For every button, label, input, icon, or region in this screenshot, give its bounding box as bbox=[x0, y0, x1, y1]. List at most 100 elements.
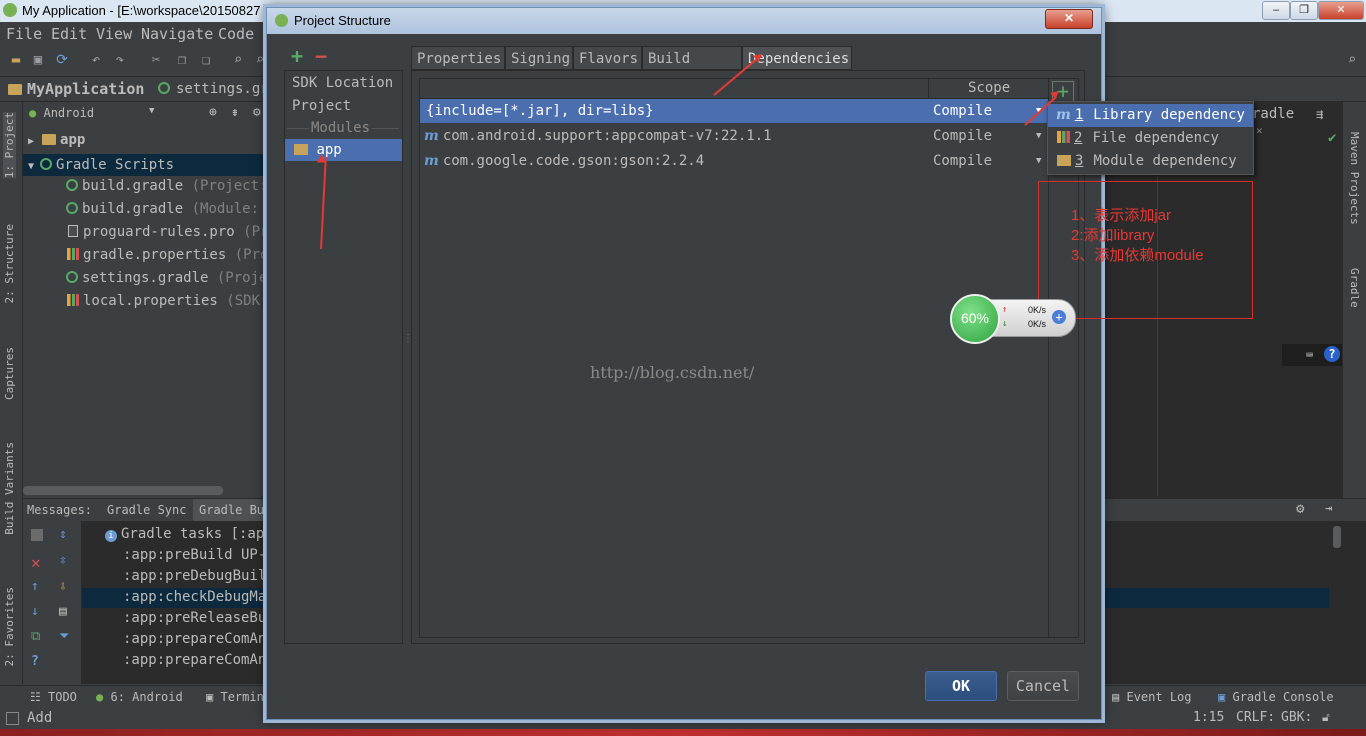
horizontal-scrollbar[interactable] bbox=[23, 486, 223, 495]
search-icon[interactable]: ⌕ bbox=[230, 52, 246, 68]
line-separator[interactable]: CRLF: bbox=[1236, 710, 1275, 725]
message-line[interactable]: :app:preDebugBuild bbox=[123, 568, 275, 584]
tab-terminal[interactable]: ▣ Termin bbox=[206, 690, 264, 704]
tree-item-gradle-scripts[interactable]: ▼ Gradle Scripts bbox=[23, 154, 280, 176]
redo-icon[interactable]: ↷ bbox=[112, 52, 128, 68]
next-icon[interactable]: ↓ bbox=[31, 604, 39, 619]
menu-code[interactable]: Code bbox=[218, 25, 254, 43]
tab-gradle-console[interactable]: ▣ Gradle Console bbox=[1218, 690, 1334, 704]
captures-tool-tab[interactable]: Captures bbox=[3, 347, 16, 400]
chevron-down-icon[interactable]: ▼ bbox=[1036, 124, 1041, 148]
remove-module-icon[interactable]: − bbox=[315, 44, 327, 68]
print-icon[interactable]: ▤ bbox=[59, 604, 67, 619]
structure-tool-tab[interactable]: 2: Structure bbox=[3, 224, 16, 303]
lock-icon[interactable]: 🔓︎ bbox=[1322, 710, 1330, 725]
search-everywhere-icon[interactable]: ⌕ bbox=[1344, 52, 1360, 68]
tab-properties[interactable]: Properties bbox=[411, 46, 505, 70]
tree-item-gradle-properties[interactable]: gradle.properties (Pro bbox=[67, 247, 268, 263]
tab-build-types[interactable]: Build Types bbox=[642, 46, 742, 91]
project-tool-tab[interactable]: 1: Project bbox=[3, 112, 16, 179]
help-icon[interactable]: ? bbox=[31, 654, 39, 669]
dependency-scope[interactable]: Compile bbox=[933, 149, 992, 173]
menu-edit[interactable]: Edit bbox=[51, 25, 87, 43]
chevron-down-icon[interactable]: ▼ bbox=[1036, 149, 1041, 173]
network-speed-widget[interactable]: 60% ↑ 0K/s ↓ 0K/s + bbox=[950, 294, 1076, 344]
minimize-button[interactable]: – bbox=[1262, 1, 1290, 20]
keyboard-icon[interactable]: ⌨ bbox=[1306, 348, 1313, 362]
settings-icon[interactable]: ⊕ bbox=[209, 105, 217, 120]
gear-icon[interactable]: ⚙ bbox=[253, 105, 261, 120]
breadcrumb-file[interactable]: settings.gr bbox=[176, 81, 269, 97]
open-file-icon[interactable]: ⧉ bbox=[31, 629, 40, 644]
error-filter-icon[interactable]: ✕ bbox=[31, 553, 41, 572]
tree-item-build-gradle-project[interactable]: build.gradle (Project: bbox=[66, 178, 267, 194]
export-icon[interactable]: ⇩ bbox=[59, 579, 67, 594]
table-row[interactable]: {include=[*.jar], dir=libs} Compile ▼ bbox=[420, 99, 1048, 123]
build-variants-tool-tab[interactable]: Build Variants bbox=[3, 442, 16, 535]
tab-signing[interactable]: Signing bbox=[505, 46, 573, 70]
copy-icon[interactable]: ❐ bbox=[174, 52, 190, 68]
message-line[interactable]: :app:prepareComAnd bbox=[123, 631, 275, 647]
gear-icon[interactable]: ⚙ bbox=[1296, 501, 1304, 517]
gradle-tool-tab[interactable]: Gradle bbox=[1348, 268, 1361, 308]
maven-projects-tool-tab[interactable]: Maven Projects bbox=[1348, 132, 1361, 225]
sidebar-item-project[interactable]: Project bbox=[292, 98, 351, 114]
tab-event-log[interactable]: ▤ Event Log bbox=[1112, 690, 1192, 704]
menu-navigate[interactable]: Navigate bbox=[141, 25, 213, 43]
filter-icon[interactable]: ⏷ bbox=[59, 629, 69, 644]
tab-gradle-sync[interactable]: Gradle Sync bbox=[107, 503, 186, 517]
tree-item-settings-gradle[interactable]: settings.gradle (Projec bbox=[66, 270, 276, 286]
menu-file[interactable]: File bbox=[6, 25, 42, 43]
message-line[interactable]: :app:preReleaseBui bbox=[123, 610, 275, 626]
undo-icon[interactable]: ↶ bbox=[88, 52, 104, 68]
cancel-button[interactable]: Cancel bbox=[1007, 671, 1079, 701]
hide-icon[interactable]: ⇥ bbox=[1325, 501, 1332, 515]
window-close-button[interactable]: ✕ bbox=[1318, 1, 1364, 20]
menu-view[interactable]: View bbox=[96, 25, 132, 43]
message-line[interactable]: :app:prepareComAnd bbox=[123, 652, 275, 668]
expand-all-icon[interactable]: ⇕ bbox=[59, 527, 67, 542]
tree-item-local-properties[interactable]: local.properties (SDK L bbox=[67, 293, 277, 309]
previous-icon[interactable]: ↑ bbox=[31, 579, 39, 594]
sidebar-item-sdk-location[interactable]: SDK Location bbox=[292, 75, 393, 91]
help-icon[interactable]: ? bbox=[1324, 346, 1340, 362]
message-line[interactable]: i Gradle tasks [:app bbox=[105, 526, 273, 542]
close-icon[interactable]: ✕ bbox=[1256, 124, 1263, 137]
cut-icon[interactable]: ✂ bbox=[148, 52, 164, 68]
maximize-button[interactable]: ❐ bbox=[1290, 1, 1318, 20]
breadcrumb-project[interactable]: MyApplication bbox=[27, 80, 144, 98]
stop-icon[interactable] bbox=[31, 529, 43, 541]
dependency-scope[interactable]: Compile bbox=[933, 99, 992, 123]
paste-icon[interactable]: ❏ bbox=[198, 52, 214, 68]
tab-android[interactable]: ● 6: Android bbox=[96, 690, 183, 704]
dependency-scope[interactable]: Compile bbox=[933, 124, 992, 148]
tab-gradle-build[interactable]: Gradle Bui bbox=[193, 499, 278, 521]
android-view-selector[interactable]: ● Android ▼ bbox=[29, 106, 159, 124]
tree-item-proguard[interactable]: proguard-rules.pro (Pro bbox=[68, 224, 277, 240]
editor-tab[interactable]: radle ✕ bbox=[1252, 106, 1312, 137]
menu-item-file-dependency[interactable]: 2 File dependency bbox=[1048, 127, 1253, 150]
tabs-menu-icon[interactable]: ⇶ bbox=[1316, 107, 1323, 121]
add-module-icon[interactable]: + bbox=[291, 44, 303, 68]
collapse-icon[interactable]: ⇟ bbox=[231, 105, 239, 120]
table-row[interactable]: m com.google.code.gson:gson:2.2.4 Compile… bbox=[420, 149, 1048, 173]
save-icon[interactable]: ▣ bbox=[30, 52, 46, 68]
vertical-scrollbar[interactable] bbox=[1333, 526, 1341, 548]
sidebar-item-app[interactable]: app bbox=[285, 139, 402, 161]
tab-flavors[interactable]: Flavors bbox=[573, 46, 642, 70]
caret-position[interactable]: 1:15 bbox=[1193, 710, 1224, 725]
tree-item-app[interactable]: ▶ app bbox=[28, 132, 85, 148]
tab-todo[interactable]: ☷ TODO bbox=[30, 690, 77, 704]
sync-icon[interactable]: ⟳ bbox=[54, 52, 70, 68]
scope-column-header[interactable]: Scope bbox=[968, 80, 1010, 96]
ok-button[interactable]: OK bbox=[925, 671, 997, 701]
menu-item-module-dependency[interactable]: 3 Module dependency bbox=[1048, 150, 1253, 173]
favorites-tool-tab[interactable]: 2: Favorites bbox=[3, 587, 16, 666]
message-line[interactable]: :app:checkDebugMan bbox=[123, 589, 275, 605]
open-icon[interactable]: ▬ bbox=[8, 52, 24, 68]
collapse-all-icon[interactable]: ⇳ bbox=[59, 553, 67, 568]
file-encoding[interactable]: GBK: bbox=[1281, 710, 1312, 725]
message-line[interactable]: :app:preBuild UP-T bbox=[123, 547, 275, 563]
widget-plus-icon[interactable]: + bbox=[1052, 310, 1066, 324]
tree-item-build-gradle-module[interactable]: build.gradle (Module: a bbox=[66, 201, 276, 217]
